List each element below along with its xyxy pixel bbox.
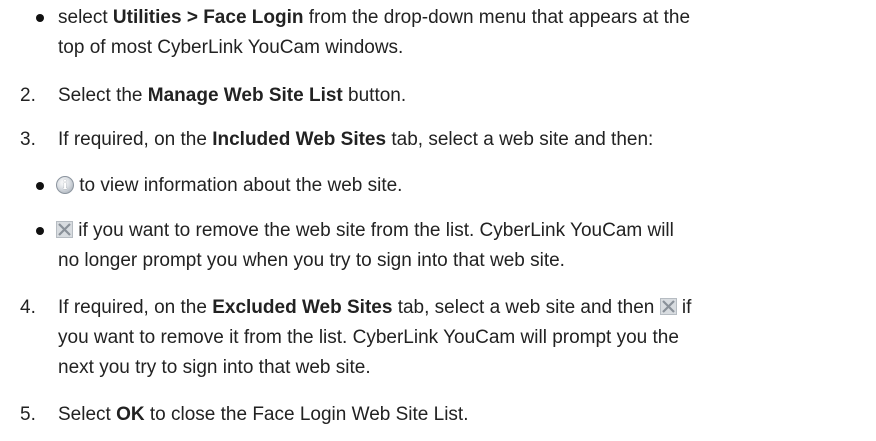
step-4-line3: next you try to sign into that web site.	[58, 357, 371, 378]
step-4-line2: you want to remove it from the list. Cyb…	[58, 327, 679, 348]
bullet-utilities-line1: select Utilities > Face Login from the d…	[58, 7, 691, 28]
step-4-line1: If required, on the Excluded Web Sites t…	[58, 297, 692, 318]
step-number-4: 4.	[20, 297, 36, 318]
step-2-text: Select the Manage Web Site List button.	[58, 85, 407, 106]
bullet-marker	[36, 14, 44, 22]
step-number-3: 3.	[20, 129, 36, 150]
info-icon	[56, 176, 74, 194]
manage-web-site-list-term: Manage Web Site List	[147, 85, 343, 106]
bullet-remove-line2: no longer prompt you when you try to sig…	[58, 250, 565, 271]
excluded-web-sites-term: Excluded Web Sites	[212, 297, 393, 318]
included-web-sites-term: Included Web Sites	[212, 129, 387, 150]
bullet-info-line: to view information about the web site.	[56, 174, 402, 198]
bullet-utilities-line2: top of most CyberLink YouCam windows.	[58, 37, 404, 58]
remove-x-icon	[659, 298, 677, 315]
ok-term: OK	[116, 404, 145, 425]
step-3-text: If required, on the Included Web Sites t…	[58, 129, 654, 150]
step-number-5: 5.	[20, 404, 36, 425]
bullet-marker	[36, 227, 44, 235]
menu-path-utilities-face-login: Utilities > Face Login	[112, 7, 304, 28]
step-number-2: 2.	[20, 85, 36, 106]
step-5-text: Select OK to close the Face Login Web Si…	[58, 404, 469, 425]
bullet-marker	[36, 182, 44, 190]
remove-x-icon	[56, 221, 73, 238]
bullet-remove-line1: if you want to remove the web site from …	[56, 219, 674, 243]
